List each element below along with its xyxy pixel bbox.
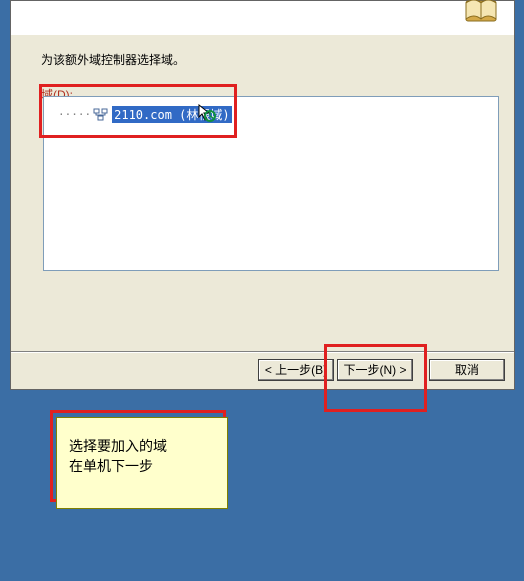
separator: [11, 351, 514, 353]
desktop: 为该额外域控制器选择域。 域(D): ····· 2110.com (林根域): [0, 0, 524, 581]
instruction-text: 为该额外域控制器选择域。: [41, 51, 185, 68]
cancel-button[interactable]: 取消: [429, 359, 505, 381]
book-icon: [462, 0, 502, 30]
domain-tree-item-label: 2110.com (林根域): [112, 106, 231, 123]
annotation-note: 选择要加入的域 在单机下一步: [56, 417, 228, 509]
domain-tree-item[interactable]: ····· 2110.com (林根域): [54, 103, 498, 126]
tree-connector: ·····: [58, 108, 91, 121]
domain-icon: [93, 108, 109, 122]
dialog-header: [11, 1, 514, 35]
note-line-1: 选择要加入的域: [69, 436, 215, 456]
next-button[interactable]: 下一步(N) >: [337, 359, 413, 381]
back-button[interactable]: < 上一步(B): [258, 359, 334, 381]
wizard-dialog: 为该额外域控制器选择域。 域(D): ····· 2110.com (林根域): [10, 0, 515, 390]
note-line-2: 在单机下一步: [69, 456, 215, 476]
domain-tree[interactable]: ····· 2110.com (林根域): [43, 96, 499, 271]
